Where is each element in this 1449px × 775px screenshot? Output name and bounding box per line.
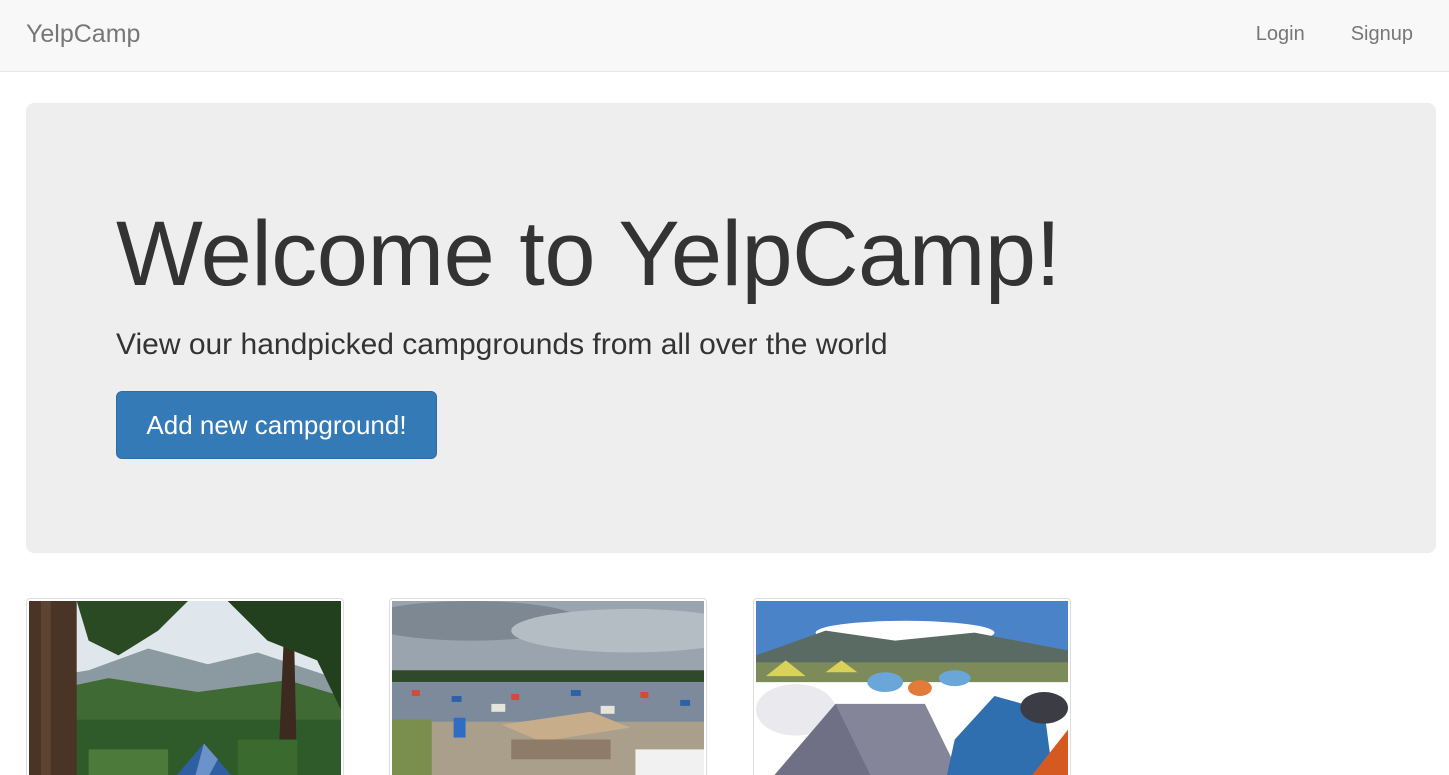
add-campground-button[interactable]: Add new campground!	[116, 391, 437, 459]
festival-campsite-image	[392, 601, 704, 775]
page-title: Welcome to YelpCamp!	[116, 203, 1061, 305]
navbar: YelpCamp Login Signup	[0, 0, 1449, 72]
jumbotron: Welcome to YelpCamp! View our handpicked…	[26, 103, 1436, 553]
login-link[interactable]: Login	[1256, 21, 1305, 47]
signup-link[interactable]: Signup	[1351, 21, 1413, 47]
forest-campsite-image	[29, 601, 341, 775]
campground-thumbnail-forest[interactable]	[26, 598, 344, 775]
mountain-festival-campsite-image	[756, 601, 1068, 775]
brand-link[interactable]: YelpCamp	[26, 19, 140, 49]
page-subtitle: View our handpicked campgrounds from all…	[116, 328, 888, 361]
campground-thumbnail-mountain-festival[interactable]	[753, 598, 1071, 775]
campground-thumbnail-festival[interactable]	[389, 598, 707, 775]
nav-links: Login Signup	[1256, 21, 1413, 47]
